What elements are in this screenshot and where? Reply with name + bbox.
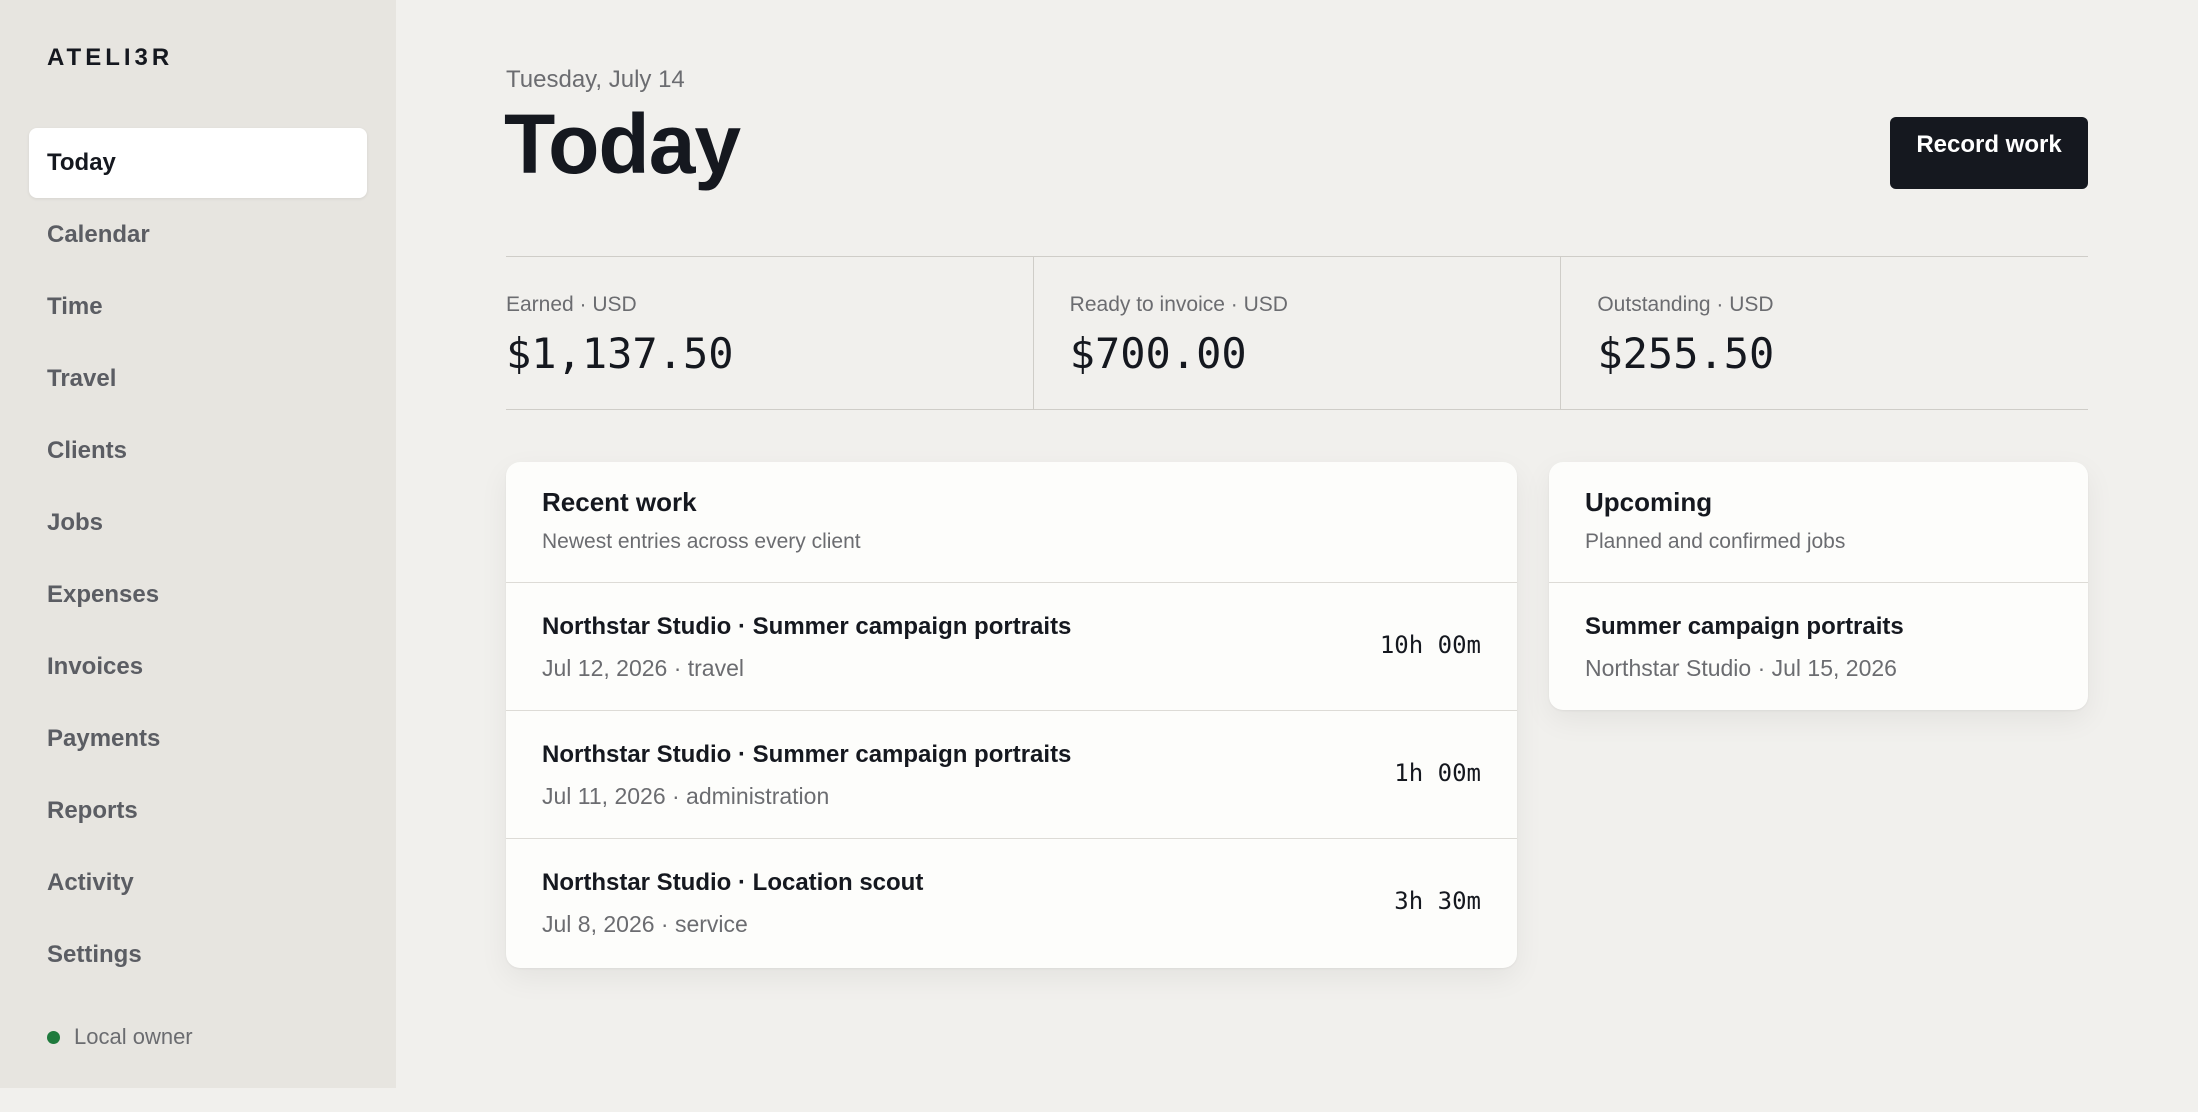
stat-outstanding: Outstanding · USD $255.50 — [1560, 257, 2088, 409]
stat-value: $1,137.50 — [506, 329, 734, 378]
work-entry-title: Northstar Studio · Summer campaign portr… — [542, 613, 1072, 640]
sidebar-item-travel[interactable]: Travel — [29, 344, 367, 414]
sidebar-item-payments[interactable]: Payments — [29, 704, 367, 774]
recent-work-card: Recent work Newest entries across every … — [506, 462, 1517, 968]
sidebar-item-activity[interactable]: Activity — [29, 848, 367, 918]
stat-earned: Earned · USD $1,137.50 — [506, 257, 1033, 409]
owner-label: Local owner — [74, 1024, 193, 1049]
sidebar-item-clients[interactable]: Clients — [29, 416, 367, 486]
brand-logo[interactable]: ATELI3R — [47, 44, 173, 72]
status-dot-icon — [47, 1030, 60, 1044]
card-header: Upcoming Planned and confirmed jobs — [1549, 462, 2088, 583]
stat-value: $700.00 — [1069, 329, 1247, 378]
upcoming-job-row[interactable]: Summer campaign portraits Northstar Stud… — [1549, 583, 2088, 682]
card-header: Recent work Newest entries across every … — [506, 462, 1517, 583]
upcoming-job-meta: Northstar Studio · Jul 15, 2026 — [1585, 655, 1897, 681]
app-root: ATELI3R Today Calendar Time Travel Clien… — [0, 0, 2198, 1112]
stat-label: Outstanding · USD — [1597, 293, 1774, 316]
sidebar-item-today[interactable]: Today — [29, 128, 367, 198]
card-subtitle: Planned and confirmed jobs — [1585, 530, 1846, 553]
work-entry-duration: 1h 00m — [1394, 759, 1481, 787]
upcoming-job-title: Summer campaign portraits — [1585, 613, 1904, 640]
sidebar-item-calendar[interactable]: Calendar — [29, 200, 367, 270]
sidebar: ATELI3R Today Calendar Time Travel Clien… — [0, 0, 396, 1088]
record-work-button[interactable]: Record work — [1890, 117, 2088, 189]
card-subtitle: Newest entries across every client — [542, 530, 861, 553]
sidebar-item-settings[interactable]: Settings — [29, 920, 367, 990]
work-entry-row[interactable]: Northstar Studio · Summer campaign portr… — [506, 583, 1517, 711]
sidebar-item-time[interactable]: Time — [29, 272, 367, 342]
upcoming-card: Upcoming Planned and confirmed jobs Summ… — [1549, 462, 2088, 710]
work-entry-row[interactable]: Northstar Studio · Location scout Jul 8,… — [506, 839, 1517, 967]
stat-label: Earned · USD — [506, 293, 637, 316]
card-title: Recent work — [542, 487, 697, 517]
sidebar-item-expenses[interactable]: Expenses — [29, 560, 367, 630]
sidebar-nav: Today Calendar Time Travel Clients Jobs … — [29, 128, 367, 992]
work-entry-duration: 3h 30m — [1394, 887, 1481, 915]
sidebar-item-jobs[interactable]: Jobs — [29, 488, 367, 558]
card-title: Upcoming — [1585, 487, 1713, 517]
work-entry-meta: Jul 11, 2026 · administration — [542, 783, 830, 809]
stats-strip: Earned · USD $1,137.50 Ready to invoice … — [506, 256, 2088, 410]
page-title: Today — [504, 97, 741, 191]
work-entry-title: Northstar Studio · Location scout — [542, 869, 924, 896]
stat-label: Ready to invoice · USD — [1069, 293, 1288, 316]
owner-status: Local owner — [47, 1024, 193, 1050]
work-entry-title: Northstar Studio · Summer campaign portr… — [542, 741, 1072, 768]
current-date: Tuesday, July 14 — [506, 66, 685, 93]
work-entry-duration: 10h 00m — [1379, 631, 1481, 659]
work-entry-meta: Jul 12, 2026 · travel — [542, 655, 745, 681]
stat-ready-to-invoice: Ready to invoice · USD $700.00 — [1032, 257, 1561, 409]
work-entry-meta: Jul 8, 2026 · service — [542, 911, 748, 937]
stat-value: $255.50 — [1597, 329, 1775, 378]
sidebar-item-reports[interactable]: Reports — [29, 776, 367, 846]
sidebar-item-invoices[interactable]: Invoices — [29, 632, 367, 702]
work-entry-row[interactable]: Northstar Studio · Summer campaign portr… — [506, 711, 1517, 839]
